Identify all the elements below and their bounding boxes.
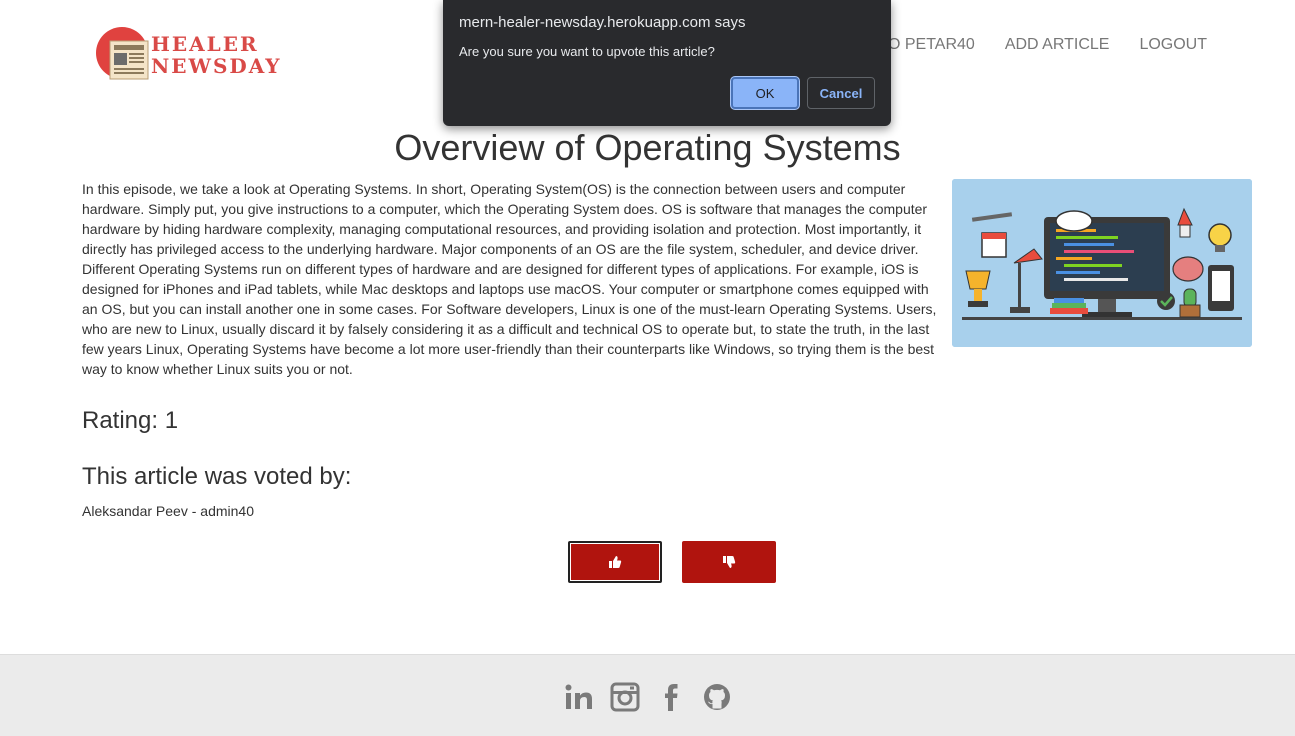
instagram-icon[interactable] [608,680,642,714]
dialog-ok-button[interactable]: OK [731,77,799,109]
logo-line-2: NEWSDAY [151,54,282,78]
nav-user-profile[interactable]: O PETAR40 [888,36,975,54]
social-links [0,680,1295,714]
article-rating: Rating: 1 [82,407,179,434]
article-title: Overview of Operating Systems [394,127,901,168]
voted-by-heading: This article was voted by: [82,463,352,490]
thumbs-down-icon [723,556,736,568]
voter-item: Aleksandar Peev - admin40 [82,503,254,519]
dialog-cancel-button[interactable]: Cancel [807,77,875,109]
downvote-button[interactable] [682,541,776,583]
dialog-origin: mern-healer-newsday.herokuapp.com says [459,14,746,31]
facebook-icon[interactable] [654,680,688,714]
thumbs-up-icon [609,556,622,568]
github-icon[interactable] [700,680,734,714]
site-logo[interactable]: HEALER NEWSDAY [96,27,280,83]
nav-logout[interactable]: LOGOUT [1139,36,1207,54]
newspaper-logo-icon [96,27,149,80]
article-body: In this episode, we take a look at Opera… [82,181,937,377]
logo-text: HEALER NEWSDAY [151,33,282,77]
confirm-dialog: mern-healer-newsday.herokuapp.com says A… [443,0,891,126]
dialog-message: Are you sure you want to upvote this art… [459,44,715,59]
main-nav: O PETAR40 ADD ARTICLE LOGOUT [888,36,1207,54]
upvote-button[interactable] [568,541,662,583]
nav-add-article[interactable]: ADD ARTICLE [1005,36,1110,54]
logo-line-1: HEALER [151,32,259,56]
site-footer [0,654,1295,736]
developer-workspace-illustration [952,179,1252,347]
article-image [952,179,1252,347]
linkedin-icon[interactable] [562,680,596,714]
